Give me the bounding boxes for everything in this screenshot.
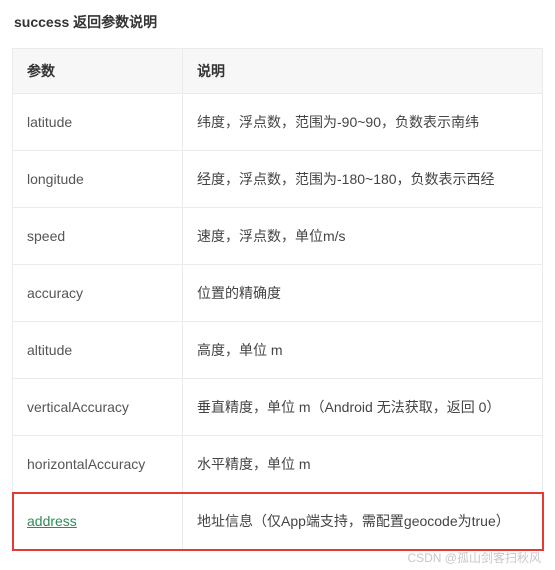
table-row: address 地址信息（仅App端支持，需配置geocode为true）	[13, 493, 543, 550]
table-row: verticalAccuracy垂直精度，单位 m（Android 无法获取，返…	[13, 379, 543, 436]
desc-cell: 位置的精确度	[183, 265, 543, 322]
param-link[interactable]: address	[27, 513, 77, 529]
watermark: CSDN @孤山剑客扫秋风	[407, 549, 541, 566]
desc-cell: 水平精度，单位 m	[183, 436, 543, 493]
table-row: horizontalAccuracy水平精度，单位 m	[13, 436, 543, 493]
param-cell: speed	[13, 208, 183, 265]
table-row: speed速度，浮点数，单位m/s	[13, 208, 543, 265]
param-cell: accuracy	[13, 265, 183, 322]
desc-cell: 经度，浮点数，范围为-180~180，负数表示西经	[183, 151, 543, 208]
param-cell: address	[13, 493, 183, 550]
param-cell: longitude	[13, 151, 183, 208]
table-row: accuracy位置的精确度	[13, 265, 543, 322]
param-cell: altitude	[13, 322, 183, 379]
desc-cell: 垂直精度，单位 m（Android 无法获取，返回 0）	[183, 379, 543, 436]
table-row: altitude高度，单位 m	[13, 322, 543, 379]
param-cell: verticalAccuracy	[13, 379, 183, 436]
header-desc: 说明	[183, 49, 543, 94]
desc-cell: 纬度，浮点数，范围为-90~90，负数表示南纬	[183, 94, 543, 151]
header-param: 参数	[13, 49, 183, 94]
section-title: success 返回参数说明	[14, 12, 543, 32]
table-row: longitude经度，浮点数，范围为-180~180，负数表示西经	[13, 151, 543, 208]
table-row: latitude纬度，浮点数，范围为-90~90，负数表示南纬	[13, 94, 543, 151]
desc-cell: 速度，浮点数，单位m/s	[183, 208, 543, 265]
desc-cell: 高度，单位 m	[183, 322, 543, 379]
param-cell: latitude	[13, 94, 183, 151]
params-table: 参数 说明 latitude纬度，浮点数，范围为-90~90，负数表示南纬lon…	[12, 48, 543, 550]
desc-cell: 地址信息（仅App端支持，需配置geocode为true）	[183, 493, 543, 550]
table-header-row: 参数 说明	[13, 49, 543, 94]
param-cell: horizontalAccuracy	[13, 436, 183, 493]
